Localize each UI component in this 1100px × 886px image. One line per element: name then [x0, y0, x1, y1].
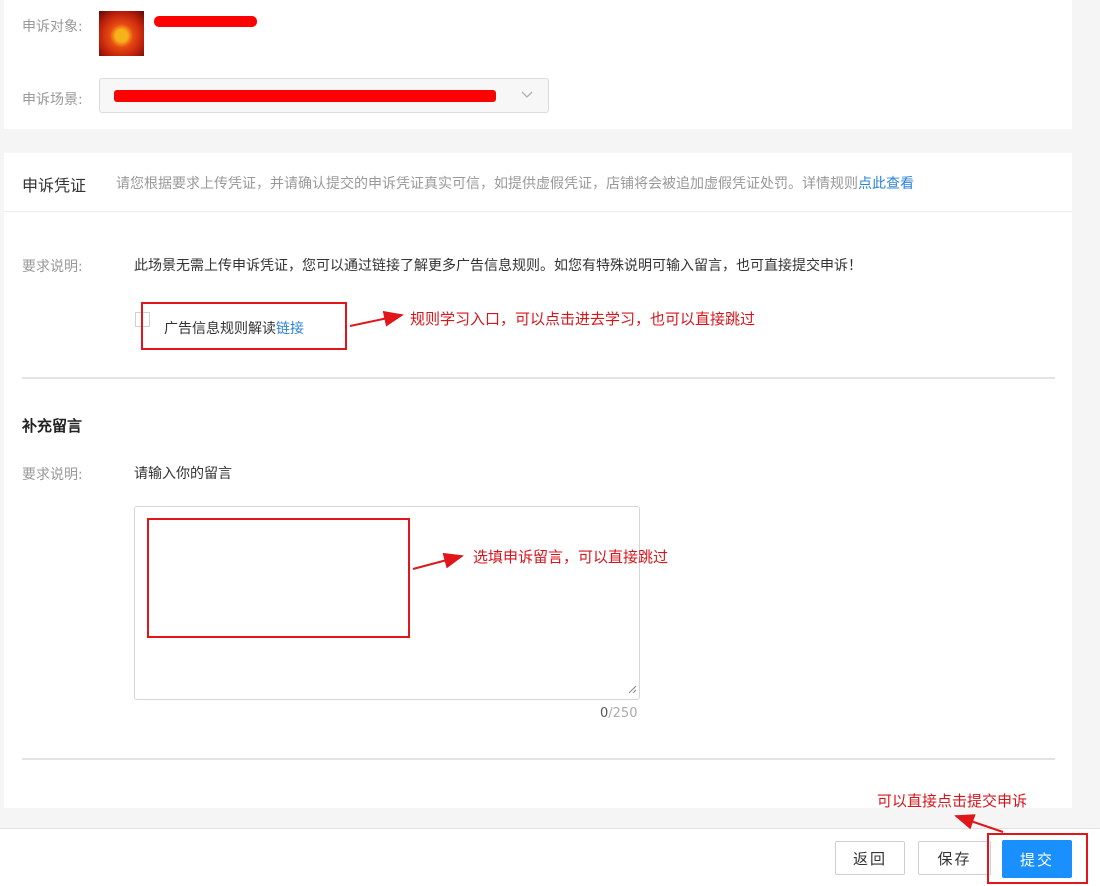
annotation-arrows [349, 310, 1004, 833]
annotation-submit: 可以直接点击提交申诉 [877, 792, 1028, 810]
arrow-rule [349, 310, 404, 327]
annotation-message: 选填申诉留言，可以直接跳过 [473, 548, 669, 566]
annotation-rule: 规则学习入口，可以点击进去学习，也可以直接跳过 [410, 310, 756, 328]
arrow-submit [954, 814, 1004, 833]
arrow-message [412, 552, 464, 570]
